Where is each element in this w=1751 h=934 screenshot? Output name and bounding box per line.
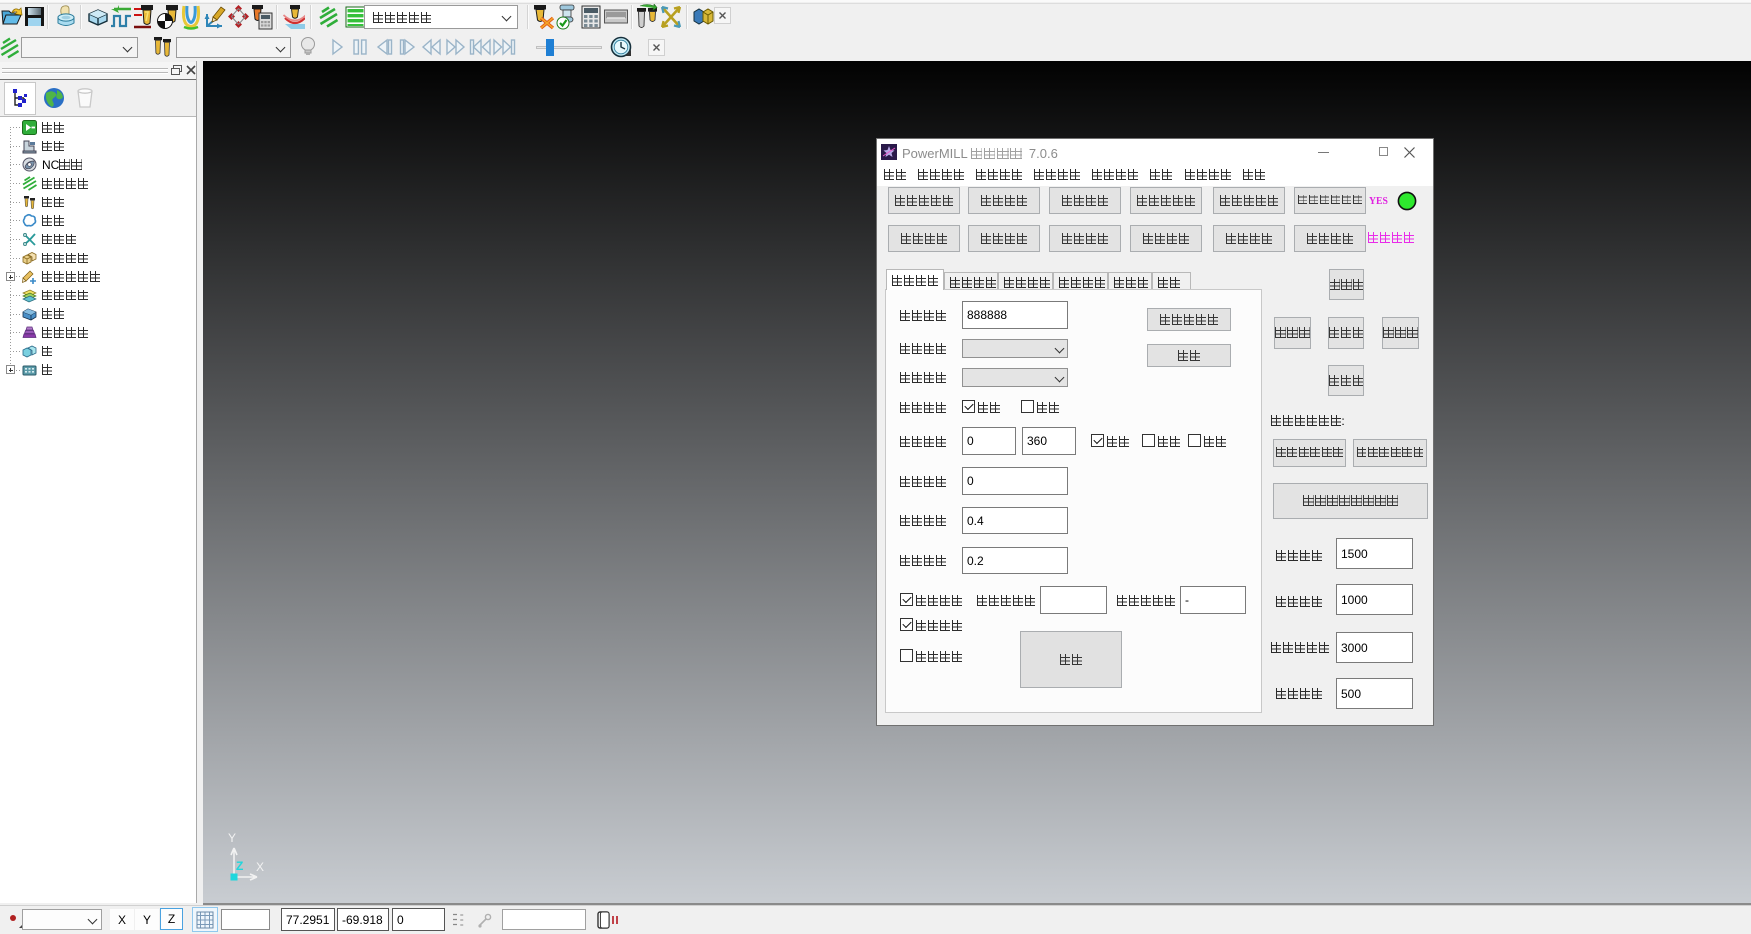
svg-text:Y: Y bbox=[228, 831, 236, 845]
svg-text:X: X bbox=[256, 860, 264, 874]
svg-text:=: = bbox=[460, 923, 464, 928]
svg-text:Z: Z bbox=[236, 859, 243, 873]
